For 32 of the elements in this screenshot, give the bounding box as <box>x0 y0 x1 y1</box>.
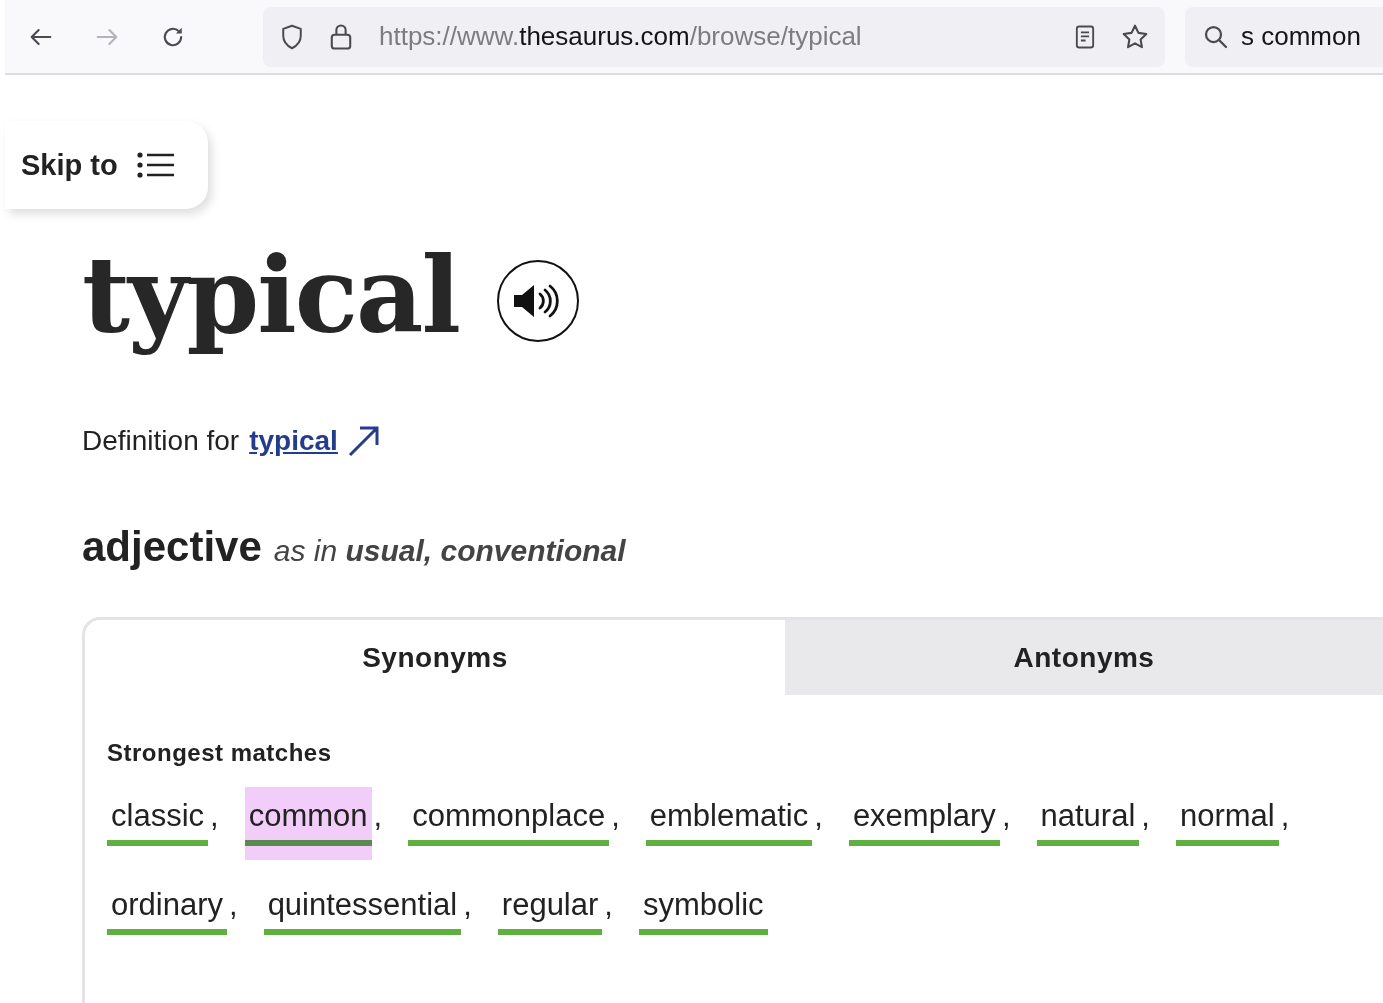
headword: typical <box>82 233 459 360</box>
search-field[interactable]: s common <box>1185 6 1383 67</box>
synonym-link[interactable]: emblematic <box>645 787 813 847</box>
synonym-link[interactable]: exemplary <box>848 787 1000 847</box>
skip-to-button[interactable]: Skip to <box>5 121 208 209</box>
synonym-link[interactable]: normal <box>1175 787 1279 847</box>
synonym-link[interactable]: quintessential <box>263 876 462 936</box>
comma: , <box>229 886 238 924</box>
synonym-link[interactable]: natural <box>1036 787 1140 847</box>
comma: , <box>1141 797 1150 835</box>
address-bar[interactable]: https://www.thesaurus.com/browse/typical <box>263 6 1165 67</box>
synonym-link[interactable]: commonplace <box>408 787 610 847</box>
comma: , <box>1280 797 1290 835</box>
definition-label: Definition for <box>82 425 240 457</box>
synonym-link[interactable]: regular <box>497 876 603 936</box>
part-of-speech: adjective <box>82 523 262 571</box>
comma: , <box>1001 797 1011 835</box>
synonym-link[interactable]: classic <box>107 787 208 847</box>
comma: , <box>210 797 219 835</box>
comma: , <box>463 886 472 924</box>
definition-link[interactable]: typical <box>249 425 338 457</box>
comma: , <box>611 797 620 835</box>
synonym-link[interactable]: symbolic <box>638 876 768 936</box>
synonym-link[interactable]: ordinary <box>107 876 227 936</box>
list-icon <box>135 151 176 179</box>
url-text: https://www.thesaurus.com/browse/typical <box>379 21 863 52</box>
sense-gloss: as in usual, conventional <box>273 534 626 568</box>
comma: , <box>604 886 613 924</box>
tab[interactable]: Antonyms <box>785 620 1383 695</box>
section-heading: Strongest matches <box>107 739 333 767</box>
comma: , <box>814 797 823 835</box>
comma: , <box>373 797 383 835</box>
